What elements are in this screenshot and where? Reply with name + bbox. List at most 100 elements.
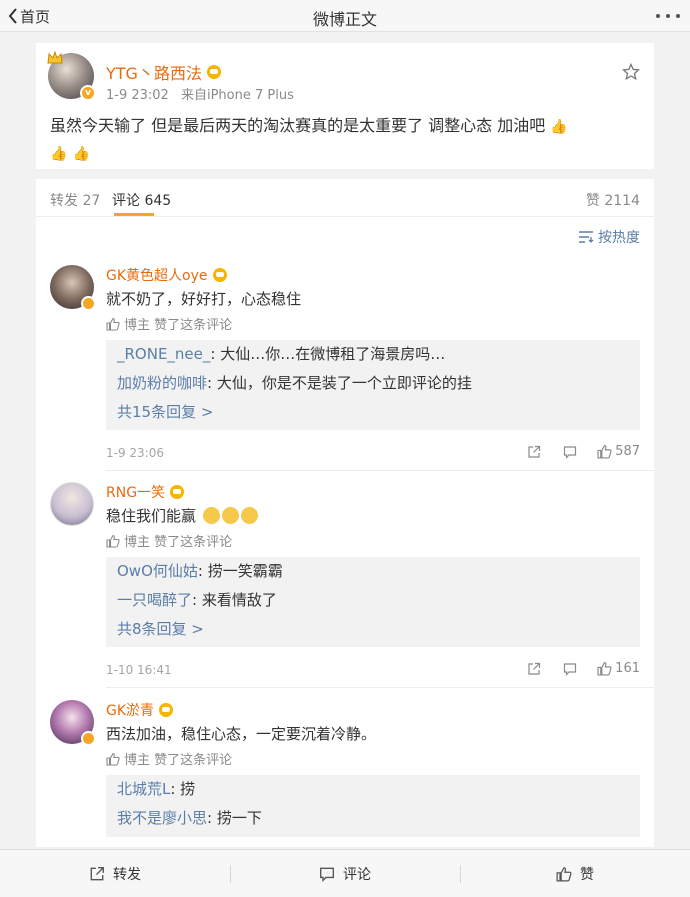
star-icon[interactable] [622, 63, 640, 81]
reply-item[interactable]: _RONE_nee_: 大仙…你…在微博租了海景房吗… [106, 340, 640, 369]
reply-item[interactable]: 我不是廖小思: 捞一下 [106, 804, 640, 833]
post-meta: 1-9 23:02 来自iPhone 7 Plus [106, 84, 302, 103]
commenter-name-label: GK黄色超人oye [106, 268, 208, 284]
author-liked-note: 博主 赞了这条评论 [106, 314, 232, 333]
commenter-avatar[interactable] [50, 700, 96, 746]
tab-bar: 转发 27 评论 645 赞 2114 [36, 179, 654, 217]
share-icon[interactable] [527, 445, 541, 459]
bottom-action-bar: 转发 评论 赞 [0, 849, 690, 897]
reply-author[interactable]: OwO何仙姑 [117, 562, 198, 580]
comment-text-content: 稳住我们能赢 [106, 507, 197, 525]
crown-icon [47, 50, 63, 64]
comments-card: 转发 27 评论 645 赞 2114 按热度 GK黄色超人oye 就不奶了，好… [36, 179, 654, 847]
comment-divider [106, 687, 654, 688]
like-label: 赞 [580, 866, 594, 883]
more-options-icon[interactable] [656, 6, 680, 26]
tab-likes[interactable]: 赞 2114 [586, 190, 640, 210]
reply-text: : 捞一下 [207, 809, 262, 827]
author-liked-label: 博主 赞了这条评论 [124, 318, 233, 333]
repost-icon [90, 866, 104, 880]
comment-button[interactable]: 评论 [230, 850, 460, 897]
commenter-name-label: RNG一笑 [106, 485, 166, 501]
member-badge-icon [212, 268, 227, 282]
weibo-post: v YTG丶路西法 1-9 23:02 来自iPhone 7 Plus 虽然今天… [36, 43, 654, 169]
author-liked-label: 博主 赞了这条评论 [124, 753, 233, 768]
commenter-name-label: GK淤青 [106, 703, 155, 719]
commenter-avatar[interactable] [50, 265, 96, 311]
sort-icon [579, 231, 594, 243]
comment-text: 西法加油，稳住心态，一定要沉着冷静。 [106, 725, 377, 743]
repost-label: 转发 [113, 866, 141, 883]
comment-divider [106, 470, 654, 471]
thumbs-up-emoji-icon: 👍 [72, 146, 90, 162]
verified-badge-icon [81, 296, 96, 311]
thumbs-up-icon [597, 445, 612, 459]
like-count: 587 [615, 444, 640, 459]
thumbs-up-icon [597, 662, 612, 676]
top-nav-bar: 首页 微博正文 [0, 0, 690, 32]
reply-text: : 大仙…你…在微博租了海景房吗… [210, 345, 446, 363]
share-icon[interactable] [527, 662, 541, 676]
member-badge-icon [206, 65, 221, 79]
tab-repost[interactable]: 转发 27 [50, 190, 100, 210]
replies-box: _RONE_nee_: 大仙…你…在微博租了海景房吗… 加奶粉的咖啡: 大仙，你… [106, 340, 640, 430]
reply-text: : 捞一笑霸霸 [197, 562, 283, 580]
like-button[interactable]: 587 [597, 444, 640, 459]
post-text-content: 虽然今天输了 但是最后两天的淘汰赛真的是太重要了 调整心态 加油吧 [50, 116, 546, 135]
commenter-name[interactable]: GK淤青 [106, 700, 174, 720]
thumbs-up-icon [106, 317, 120, 331]
more-replies-link[interactable]: 共8条回复 > [106, 615, 640, 647]
post-time: 1-9 23:02 [106, 88, 169, 103]
commenter-name[interactable]: RNG一笑 [106, 482, 185, 502]
author-liked-note: 博主 赞了这条评论 [106, 749, 232, 768]
reply-item[interactable]: 加奶粉的咖啡: 大仙，你是不是装了一个立即评论的挂 [106, 369, 640, 398]
post-source: 来自iPhone 7 Plus [180, 88, 294, 103]
replies-box: OwO何仙姑: 捞一笑霸霸 一只喝醉了: 来看情敌了 共8条回复 > [106, 557, 640, 647]
reply-item[interactable]: OwO何仙姑: 捞一笑霸霸 [106, 557, 640, 586]
reply-author[interactable]: 加奶粉的咖啡 [117, 374, 207, 392]
emoji-icon [221, 507, 239, 524]
comment-text: 稳住我们能赢 [106, 505, 258, 526]
reply-text: : 来看情敌了 [192, 591, 277, 609]
repost-button[interactable]: 转发 [0, 850, 230, 897]
thumbs-up-emoji-icon: 👍 [50, 146, 68, 162]
post-author-name[interactable]: YTG丶路西法 [106, 60, 221, 84]
replies-box: 北城荒L: 捞 我不是廖小思: 捞一下 [106, 775, 640, 837]
reply-text: : 捞 [170, 780, 196, 798]
like-count: 161 [615, 661, 640, 676]
like-button[interactable]: 161 [597, 661, 640, 676]
reply-author[interactable]: _RONE_nee_ [117, 345, 210, 363]
thumbs-up-emoji-icon: 👍 [550, 119, 568, 135]
page-title: 微博正文 [312, 10, 377, 29]
post-author-avatar[interactable]: v [47, 50, 96, 101]
tab-comments[interactable]: 评论 645 [112, 190, 171, 210]
more-replies-link[interactable]: 共15条回复 > [106, 398, 640, 430]
comment-actions: 161 [505, 661, 640, 676]
comment-icon[interactable] [563, 445, 577, 459]
commenter-name[interactable]: GK黄色超人oye [106, 265, 227, 285]
commenter-avatar[interactable] [50, 482, 94, 526]
reply-item[interactable]: 北城荒L: 捞 [106, 775, 640, 804]
sort-by-hot-button[interactable]: 按热度 [578, 227, 640, 247]
comment-icon[interactable] [563, 662, 577, 676]
reply-author[interactable]: 我不是廖小思 [117, 809, 207, 827]
member-badge-icon [170, 485, 185, 499]
comment-text: 就不奶了，好好打，心态稳住 [106, 290, 302, 308]
sort-label: 按热度 [598, 230, 640, 246]
reply-item[interactable]: 一只喝醉了: 来看情敌了 [106, 586, 640, 615]
reply-author[interactable]: 北城荒L [117, 780, 170, 798]
member-badge-icon [159, 703, 174, 717]
like-post-button[interactable]: 赞 [460, 850, 690, 897]
emoji-icon [240, 507, 258, 524]
comment-icon [320, 867, 334, 882]
verified-badge-icon [81, 731, 96, 746]
reply-author[interactable]: 一只喝醉了 [117, 591, 192, 609]
author-liked-label: 博主 赞了这条评论 [124, 535, 233, 550]
post-text: 虽然今天输了 但是最后两天的淘汰赛真的是太重要了 调整心态 加油吧 👍 👍 👍 [50, 113, 640, 167]
comment-time: 1-10 16:41 [106, 663, 172, 677]
comment-label: 评论 [343, 866, 371, 883]
author-liked-note: 博主 赞了这条评论 [106, 531, 232, 550]
verified-badge-icon: v [80, 85, 96, 101]
active-tab-indicator [114, 213, 154, 216]
emoji-icon [202, 507, 220, 524]
